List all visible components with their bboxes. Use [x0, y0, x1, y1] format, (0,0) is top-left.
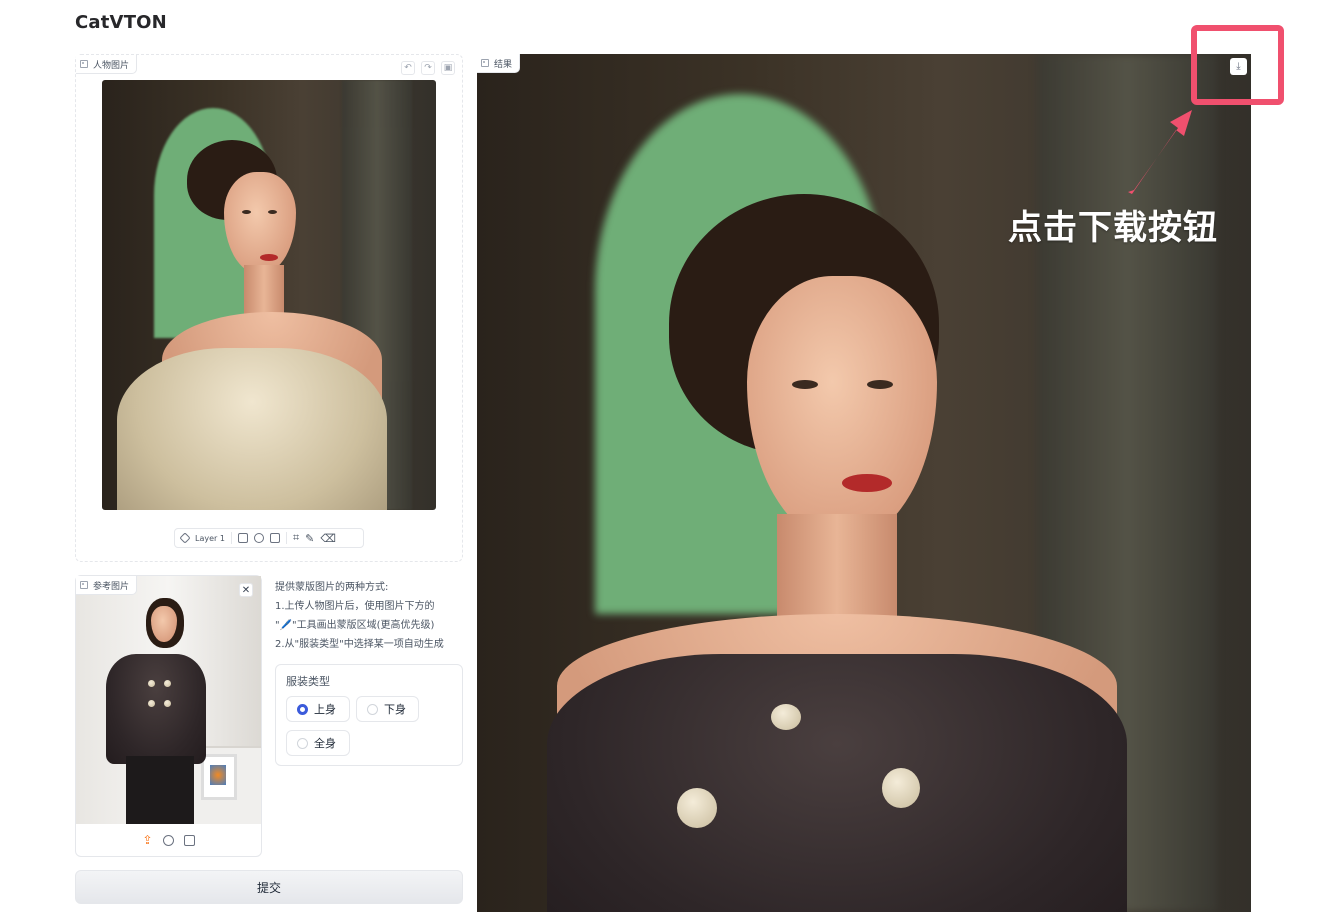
cloth-type-lower-label: 下身 [384, 703, 406, 716]
reference-image-frame [201, 754, 237, 800]
clipboard-icon[interactable] [183, 834, 195, 846]
image-icon [80, 60, 88, 68]
clipboard-icon[interactable] [269, 533, 280, 543]
reference-source-bar: ⇪ [76, 826, 261, 854]
reference-image-pants [126, 756, 194, 824]
result-image-lips [842, 474, 892, 492]
image-upload-icon[interactable] [237, 533, 248, 543]
instruction-line: "🖊️"工具画出蒙版区域(更高优先级) [275, 620, 435, 631]
result-image-dress [547, 654, 1127, 912]
reference-image-button [148, 680, 155, 687]
reference-image-label-text: 参考图片 [93, 581, 130, 592]
toolbar-divider [285, 532, 287, 544]
cloth-type-lower[interactable]: 下身 [356, 696, 419, 722]
cloth-type-upper-label: 上身 [314, 703, 336, 716]
reference-image-button [164, 680, 171, 687]
person-image-label: 人物图片 [76, 55, 138, 74]
remove-reference-button[interactable]: ✕ [239, 583, 253, 597]
reference-image-button [148, 700, 155, 707]
person-image-eye [242, 210, 251, 214]
radio-unselected-icon [367, 703, 378, 715]
person-image[interactable] [102, 80, 436, 510]
result-image-button [677, 788, 717, 828]
layer-label[interactable]: Layer 1 [195, 534, 225, 543]
cloth-type-overall[interactable]: 全身 [286, 730, 350, 756]
annotation-arrow-icon [1128, 110, 1192, 194]
result-image-button [882, 768, 920, 808]
reference-image-frame-art [210, 765, 226, 785]
submit-button[interactable]: 提交 [75, 870, 463, 904]
annotation-text: 点击下载按钮 [1008, 208, 1218, 248]
layers-icon[interactable] [179, 532, 191, 544]
result-label-text: 结果 [494, 59, 513, 70]
clear-button[interactable]: ▣ [441, 61, 455, 75]
reference-image-jacket [106, 654, 206, 764]
eraser-icon[interactable]: ⌫ [320, 532, 336, 545]
image-editor-toolbar: Layer 1 ⌗ ✎ ⌫ [174, 528, 364, 548]
cloth-type-group: 服装类型 上身 下身 全身 [275, 664, 463, 766]
radio-unselected-icon [297, 737, 308, 749]
result-image-eye [867, 380, 893, 389]
cloth-type-overall-label: 全身 [314, 737, 336, 750]
radio-selected-icon [297, 703, 308, 715]
app-title: CatVTON [75, 12, 167, 33]
download-highlight-box [1191, 25, 1284, 105]
redo-button[interactable]: ↷ [421, 61, 435, 75]
webcam-icon[interactable] [253, 533, 264, 543]
mask-instructions: 提供蒙版图片的两种方式: 1.上传人物图片后，使用图片下方的 "🖊️"工具画出蒙… [275, 578, 465, 654]
toolbar-divider [230, 532, 232, 544]
webcam-icon[interactable] [162, 834, 174, 846]
instruction-line: 1.上传人物图片后，使用图片下方的 [275, 601, 435, 612]
cloth-type-title: 服装类型 [286, 675, 330, 688]
instruction-line: 2.从"服装类型"中选择某一项自动生成 [275, 639, 444, 650]
brush-icon[interactable]: ✎ [305, 532, 314, 545]
crop-icon[interactable]: ⌗ [293, 531, 299, 545]
upload-icon[interactable]: ⇪ [142, 834, 152, 846]
image-icon [481, 59, 489, 67]
instruction-line: 提供蒙版图片的两种方式: [275, 582, 389, 593]
reference-image-button [164, 700, 171, 707]
result-image-button [771, 704, 801, 730]
undo-button[interactable]: ↶ [401, 61, 415, 75]
result-label: 结果 [477, 54, 521, 73]
image-icon [80, 581, 88, 589]
cloth-type-upper[interactable]: 上身 [286, 696, 350, 722]
reference-image-label: 参考图片 [76, 576, 138, 595]
reference-image[interactable] [76, 576, 261, 824]
person-image-eye [268, 210, 277, 214]
person-image-dress [117, 348, 387, 510]
person-image-label-text: 人物图片 [93, 60, 130, 71]
person-image-lips [260, 254, 278, 261]
result-image-eye [792, 380, 818, 389]
